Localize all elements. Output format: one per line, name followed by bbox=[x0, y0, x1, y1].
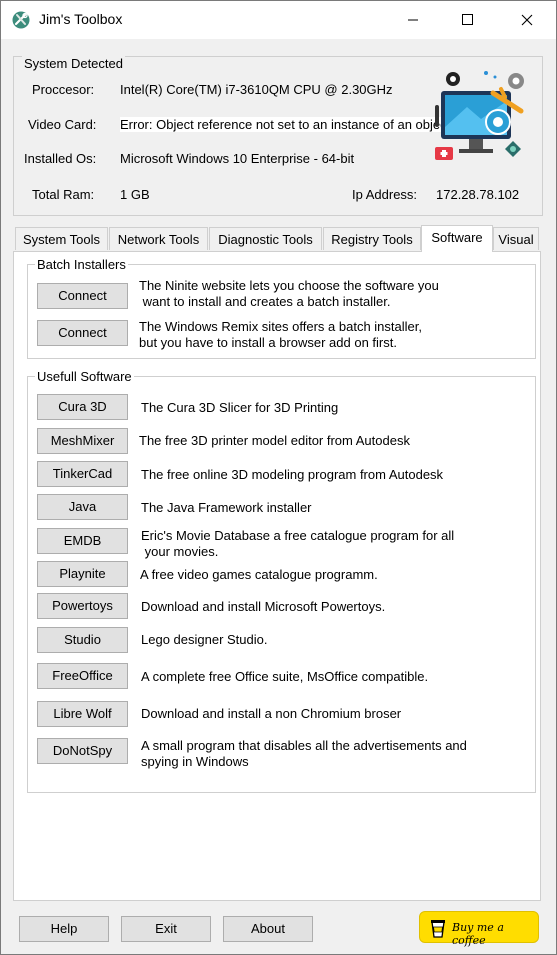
installed-os-value: Microsoft Windows 10 Enterprise - 64-bit bbox=[120, 151, 355, 166]
studio-description: Lego designer Studio. bbox=[141, 632, 268, 647]
windows-remix-description-line1: The Windows Remix sites offers a batch i… bbox=[139, 319, 422, 334]
windows-remix-description-line2: but you have to install a browser add on… bbox=[139, 335, 397, 350]
computer-repair-illustration-icon bbox=[435, 71, 524, 160]
total-ram-label: Total Ram: bbox=[32, 187, 95, 202]
total-ram-value: 1 GB bbox=[120, 187, 150, 202]
emdb-description-line1: Eric's Movie Database a free catalogue p… bbox=[141, 528, 455, 543]
ip-address-value: 172.28.78.102 bbox=[436, 187, 520, 202]
playnite-button[interactable]: Playnite bbox=[37, 561, 128, 587]
coffee-cup-icon bbox=[431, 920, 445, 938]
libre-wolf-description: Download and install a non Chromium bros… bbox=[141, 706, 402, 721]
ninite-description-line1: The Ninite website lets you choose the s… bbox=[139, 278, 439, 293]
donotspy-button[interactable]: DoNotSpy bbox=[37, 738, 128, 764]
maximize-icon bbox=[462, 14, 473, 25]
ninite-connect-button[interactable]: Connect bbox=[37, 283, 128, 309]
java-description: The Java Framework installer bbox=[141, 500, 312, 515]
meshmixer-description: The free 3D printer model editor from Au… bbox=[139, 433, 410, 448]
emdb-button[interactable]: EMDB bbox=[37, 528, 128, 554]
installed-os-label: Installed Os: bbox=[24, 151, 97, 166]
studio-button[interactable]: Studio bbox=[37, 627, 128, 653]
processor-value: Intel(R) Core(TM) i7-3610QM CPU @ 2.30GH… bbox=[120, 82, 393, 97]
maximize-button[interactable] bbox=[445, 1, 491, 39]
title-bar[interactable]: Jim's Toolbox bbox=[1, 1, 556, 39]
about-button[interactable]: About bbox=[223, 916, 313, 942]
toolbox-app-icon bbox=[12, 11, 30, 29]
freeoffice-description: A complete free Office suite, MsOffice c… bbox=[141, 669, 429, 684]
cura-3d-description: The Cura 3D Slicer for 3D Printing bbox=[141, 400, 339, 415]
freeoffice-button[interactable]: FreeOffice bbox=[37, 663, 128, 689]
tinkercad-button[interactable]: TinkerCad bbox=[37, 461, 128, 487]
close-icon bbox=[521, 14, 533, 26]
main-window: Jim's Toolbox System Detected Proccesor:… bbox=[0, 0, 557, 955]
exit-button[interactable]: Exit bbox=[121, 916, 211, 942]
tab-software[interactable]: Software bbox=[421, 225, 493, 252]
buy-me-a-coffee-label: Buy me a coffee bbox=[452, 921, 504, 947]
tab-visual[interactable]: Visual bbox=[493, 227, 539, 250]
cura-3d-button[interactable]: Cura 3D bbox=[37, 394, 128, 420]
video-card-label: Video Card: bbox=[28, 117, 97, 132]
processor-label: Proccesor: bbox=[32, 82, 95, 97]
powertoys-button[interactable]: Powertoys bbox=[37, 593, 128, 619]
ninite-description-line2: want to install and creates a batch inst… bbox=[139, 294, 391, 309]
minimize-icon bbox=[408, 19, 418, 21]
window-title: Jim's Toolbox bbox=[39, 11, 123, 27]
windows-remix-connect-button[interactable]: Connect bbox=[37, 320, 128, 346]
buy-me-a-coffee-button[interactable]: Buy me a coffee bbox=[419, 911, 539, 947]
java-button[interactable]: Java bbox=[37, 494, 128, 520]
useful-software-label: Usefull Software bbox=[35, 369, 134, 384]
donotspy-description-line2: spying in Windows bbox=[141, 754, 249, 769]
help-button[interactable]: Help bbox=[19, 916, 109, 942]
close-button[interactable] bbox=[504, 1, 550, 39]
tab-system-tools[interactable]: System Tools bbox=[15, 227, 108, 250]
ip-address-label: Ip Address: bbox=[352, 187, 418, 202]
emdb-description-line2: your movies. bbox=[141, 544, 219, 559]
tab-registry-tools[interactable]: Registry Tools bbox=[323, 227, 421, 250]
donotspy-description-line1: A small program that disables all the ad… bbox=[141, 738, 467, 753]
batch-installers-label: Batch Installers bbox=[35, 257, 128, 272]
tinkercad-description: The free online 3D modeling program from… bbox=[141, 467, 444, 482]
system-detected-label: System Detected bbox=[22, 56, 125, 71]
minimize-button[interactable] bbox=[390, 1, 436, 39]
powertoys-description: Download and install Microsoft Powertoys… bbox=[141, 599, 386, 614]
tab-diagnostic-tools[interactable]: Diagnostic Tools bbox=[209, 227, 322, 250]
libre-wolf-button[interactable]: Libre Wolf bbox=[37, 701, 128, 727]
tab-network-tools[interactable]: Network Tools bbox=[109, 227, 208, 250]
video-card-value: Error: Object reference not set to an in… bbox=[120, 117, 454, 132]
playnite-description: A free video games catalogue programm. bbox=[140, 567, 378, 582]
meshmixer-button[interactable]: MeshMixer bbox=[37, 428, 128, 454]
